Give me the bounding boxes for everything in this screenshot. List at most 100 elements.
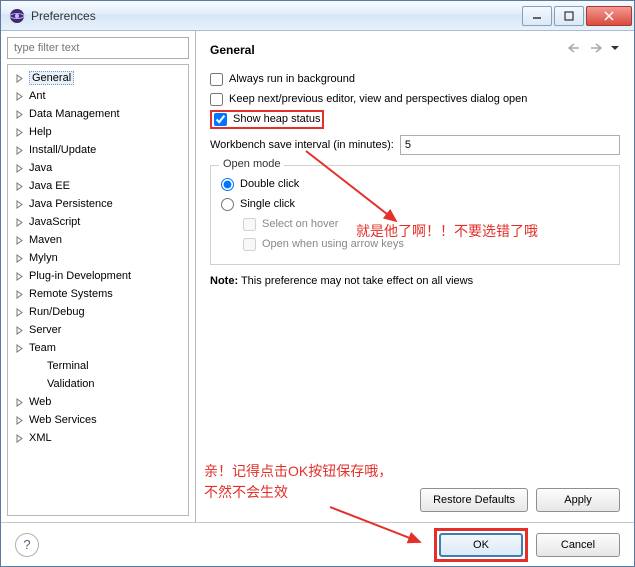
tree-label: Mylyn xyxy=(29,252,58,264)
tree-item-javascript[interactable]: JavaScript xyxy=(8,213,188,231)
expand-icon[interactable] xyxy=(14,235,25,246)
keep-editor-dialog-checkbox[interactable]: Keep next/previous editor, view and pers… xyxy=(210,89,620,109)
tree-item-data-management[interactable]: Data Management xyxy=(8,105,188,123)
expand-icon[interactable] xyxy=(14,127,25,138)
menu-dropdown-icon[interactable] xyxy=(610,41,620,59)
page-header: General xyxy=(210,41,620,59)
show-heap-status-checkbox[interactable] xyxy=(214,113,227,126)
expand-icon[interactable] xyxy=(14,145,25,156)
expand-icon[interactable] xyxy=(14,217,25,228)
tree-item-mylyn[interactable]: Mylyn xyxy=(8,249,188,267)
back-icon[interactable] xyxy=(566,41,582,59)
maximize-button[interactable] xyxy=(554,6,584,26)
checkbox-input[interactable] xyxy=(210,73,223,86)
expand-icon[interactable] xyxy=(14,271,25,282)
expand-icon[interactable] xyxy=(14,91,25,102)
expand-icon[interactable] xyxy=(14,253,25,264)
forward-icon[interactable] xyxy=(588,41,604,59)
restore-defaults-button[interactable]: Restore Defaults xyxy=(420,488,528,512)
tree-item-help[interactable]: Help xyxy=(8,123,188,141)
tree-label: Java EE xyxy=(29,180,70,192)
ok-button[interactable]: OK xyxy=(439,533,523,557)
ok-highlight: OK xyxy=(434,528,528,562)
tree-label: Data Management xyxy=(29,108,120,120)
checkbox-input xyxy=(243,218,256,231)
highlight-box: Show heap status xyxy=(210,110,324,129)
tree-label: Terminal xyxy=(47,360,89,372)
expand-icon[interactable] xyxy=(14,109,25,120)
close-button[interactable] xyxy=(586,6,632,26)
tree-item-java[interactable]: Java xyxy=(8,159,188,177)
note-body: This preference may not take effect on a… xyxy=(238,275,473,287)
filter-input[interactable] xyxy=(7,37,189,59)
expand-icon[interactable] xyxy=(14,415,25,426)
radio-input[interactable] xyxy=(221,198,234,211)
tree-item-plug-in-development[interactable]: Plug-in Development xyxy=(8,267,188,285)
tree-item-maven[interactable]: Maven xyxy=(8,231,188,249)
window-controls xyxy=(520,6,632,26)
checkbox-label: Open when using arrow keys xyxy=(262,238,404,250)
note-text: Note: This preference may not take effec… xyxy=(210,275,620,287)
apply-button[interactable]: Apply xyxy=(536,488,620,512)
always-run-background-checkbox[interactable]: Always run in background xyxy=(210,69,620,89)
tree-item-web-services[interactable]: Web Services xyxy=(8,411,188,429)
tree-item-xml[interactable]: XML xyxy=(8,429,188,447)
tree-label: Web Services xyxy=(29,414,97,426)
tree-label: Server xyxy=(29,324,61,336)
tree-item-run-debug[interactable]: Run/Debug xyxy=(8,303,188,321)
right-panel: General Always run in background Keep ne… xyxy=(196,31,634,522)
tree-item-ant[interactable]: Ant xyxy=(8,87,188,105)
expand-icon[interactable] xyxy=(14,325,25,336)
expand-icon[interactable] xyxy=(14,433,25,444)
checkbox-input xyxy=(243,238,256,251)
tree-label: Help xyxy=(29,126,52,138)
cancel-button[interactable]: Cancel xyxy=(536,533,620,557)
content-area: General Ant Data Management Help Install/Upd… xyxy=(1,31,634,522)
checkbox-label: Show heap status xyxy=(233,113,320,125)
tree-item-web[interactable]: Web xyxy=(8,393,188,411)
single-click-radio[interactable]: Single click xyxy=(221,194,609,214)
double-click-radio[interactable]: Double click xyxy=(221,174,609,194)
tree-label: Run/Debug xyxy=(29,306,85,318)
expand-icon[interactable] xyxy=(14,307,25,318)
tree-item-terminal[interactable]: Terminal xyxy=(8,357,188,375)
page-title: General xyxy=(210,43,566,57)
tree-item-java-ee[interactable]: Java EE xyxy=(8,177,188,195)
save-interval-input[interactable] xyxy=(400,135,620,155)
minimize-button[interactable] xyxy=(522,6,552,26)
expand-icon[interactable] xyxy=(14,289,25,300)
tree-item-java-persistence[interactable]: Java Persistence xyxy=(8,195,188,213)
save-interval-label: Workbench save interval (in minutes): xyxy=(210,139,394,151)
tree-label: JavaScript xyxy=(29,216,80,228)
open-arrow-keys-checkbox: Open when using arrow keys xyxy=(243,234,609,254)
note-bold: Note: xyxy=(210,275,238,287)
tree-item-general[interactable]: General xyxy=(8,69,188,87)
select-on-hover-checkbox: Select on hover xyxy=(243,214,609,234)
help-icon[interactable]: ? xyxy=(15,533,39,557)
expand-icon[interactable] xyxy=(14,397,25,408)
expand-icon[interactable] xyxy=(14,181,25,192)
tree-item-server[interactable]: Server xyxy=(8,321,188,339)
left-panel: General Ant Data Management Help Install/Upd… xyxy=(1,31,196,522)
expand-icon[interactable] xyxy=(14,73,25,84)
tree-label: Install/Update xyxy=(29,144,96,156)
expand-icon[interactable] xyxy=(14,163,25,174)
preference-tree[interactable]: General Ant Data Management Help Install/Upd… xyxy=(7,64,189,516)
tree-label: Team xyxy=(29,342,56,354)
tree-item-remote-systems[interactable]: Remote Systems xyxy=(8,285,188,303)
tree-label: Web xyxy=(29,396,51,408)
expand-icon[interactable] xyxy=(14,199,25,210)
tree-label: Java Persistence xyxy=(29,198,113,210)
checkbox-label: Always run in background xyxy=(229,73,355,85)
radio-input[interactable] xyxy=(221,178,234,191)
tree-item-validation[interactable]: Validation xyxy=(8,375,188,393)
tree-item-install-update[interactable]: Install/Update xyxy=(8,141,188,159)
tree-label: XML xyxy=(29,432,52,444)
tree-item-team[interactable]: Team xyxy=(8,339,188,357)
checkbox-input[interactable] xyxy=(210,93,223,106)
titlebar[interactable]: Preferences xyxy=(1,1,634,31)
open-mode-group: Open mode Double click Single click Sele… xyxy=(210,165,620,265)
tree-label: General xyxy=(29,71,74,85)
expand-icon[interactable] xyxy=(14,343,25,354)
radio-label: Single click xyxy=(240,198,295,210)
